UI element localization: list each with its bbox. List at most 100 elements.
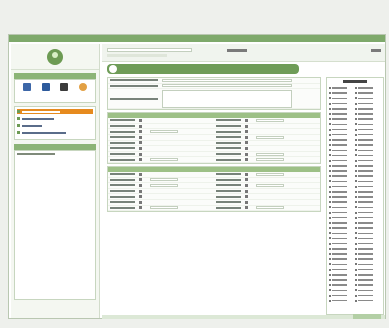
- checkbox[interactable]: [355, 185, 357, 188]
- checkbox[interactable]: [329, 133, 331, 136]
- checkbox[interactable]: [139, 178, 142, 182]
- checkbox-list-item[interactable]: [329, 148, 355, 152]
- text-field[interactable]: [150, 183, 178, 187]
- checkbox[interactable]: [245, 124, 248, 128]
- checkbox[interactable]: [245, 141, 248, 145]
- checkbox[interactable]: [329, 201, 331, 204]
- checkbox[interactable]: [139, 172, 142, 176]
- checkbox-list-item[interactable]: [329, 211, 355, 215]
- checkbox-list-item[interactable]: [329, 294, 355, 298]
- checkbox-list-item[interactable]: [329, 283, 355, 287]
- checkbox-list-item[interactable]: [355, 236, 381, 240]
- checkbox[interactable]: [245, 118, 248, 122]
- checkbox[interactable]: [355, 263, 357, 266]
- checkbox[interactable]: [139, 141, 142, 145]
- checkbox-list-item[interactable]: [355, 221, 381, 225]
- checkbox-list-item[interactable]: [355, 257, 381, 261]
- checkbox-list-item[interactable]: [355, 211, 381, 215]
- multiline-field[interactable]: [162, 89, 292, 108]
- checkbox[interactable]: [329, 190, 331, 193]
- checkbox[interactable]: [355, 144, 357, 147]
- checkbox-list-item[interactable]: [329, 169, 355, 173]
- checkbox[interactable]: [245, 130, 248, 134]
- checkbox[interactable]: [329, 242, 331, 245]
- checkbox[interactable]: [355, 268, 357, 271]
- checkbox[interactable]: [355, 294, 357, 297]
- checkbox-list-item[interactable]: [355, 122, 381, 126]
- checkbox[interactable]: [329, 118, 331, 121]
- checkbox[interactable]: [329, 92, 331, 95]
- checkbox[interactable]: [329, 247, 331, 250]
- checkbox[interactable]: [139, 189, 142, 193]
- checkbox[interactable]: [139, 135, 142, 139]
- quick-filter-field[interactable]: [107, 54, 167, 57]
- checkbox[interactable]: [355, 190, 357, 193]
- checkbox-list-item[interactable]: [329, 221, 355, 225]
- checkbox-list-item[interactable]: [329, 242, 355, 246]
- checkbox[interactable]: [355, 159, 357, 162]
- checkbox[interactable]: [329, 299, 331, 302]
- checkbox[interactable]: [329, 237, 331, 240]
- checkbox-list-item[interactable]: [329, 153, 355, 157]
- status-action-button[interactable]: [353, 314, 381, 319]
- checkbox-list-item[interactable]: [329, 174, 355, 178]
- checkbox-list-item[interactable]: [355, 268, 381, 272]
- text-field[interactable]: [150, 178, 178, 182]
- checkbox[interactable]: [355, 118, 357, 121]
- checkbox-list-item[interactable]: [355, 185, 381, 189]
- checkbox-list-item[interactable]: [355, 179, 381, 183]
- checkbox[interactable]: [245, 183, 248, 187]
- checkbox-list-item[interactable]: [329, 159, 355, 163]
- checkbox[interactable]: [355, 237, 357, 240]
- checkbox[interactable]: [329, 144, 331, 147]
- checkbox[interactable]: [355, 206, 357, 209]
- checkbox[interactable]: [329, 180, 331, 183]
- checkbox-list-item[interactable]: [329, 195, 355, 199]
- checkbox-list-item[interactable]: [355, 242, 381, 246]
- checkbox[interactable]: [245, 152, 248, 156]
- checkbox[interactable]: [355, 97, 357, 100]
- sidebar-item-selected[interactable]: [17, 109, 93, 114]
- dropdown[interactable]: [256, 135, 284, 139]
- checkbox-list-item[interactable]: [355, 112, 381, 116]
- checkbox-list-item[interactable]: [329, 138, 355, 142]
- checkbox[interactable]: [355, 299, 357, 302]
- checkbox[interactable]: [329, 294, 331, 297]
- checkbox[interactable]: [329, 175, 331, 178]
- checkbox-list-item[interactable]: [355, 231, 381, 235]
- checkbox[interactable]: [355, 232, 357, 235]
- checkbox[interactable]: [355, 289, 357, 292]
- checkbox[interactable]: [355, 102, 357, 105]
- checkbox-list-item[interactable]: [355, 117, 381, 121]
- checkbox[interactable]: [139, 152, 142, 156]
- checkbox[interactable]: [139, 158, 142, 162]
- checkbox-list-item[interactable]: [329, 96, 355, 100]
- checkbox[interactable]: [139, 118, 142, 122]
- checkbox[interactable]: [329, 185, 331, 188]
- checkbox-list-item[interactable]: [329, 102, 355, 106]
- checkbox-list-item[interactable]: [355, 200, 381, 204]
- checkbox[interactable]: [139, 206, 142, 210]
- checkbox[interactable]: [245, 195, 248, 199]
- checkbox-list-item[interactable]: [355, 174, 381, 178]
- checkbox-list-item[interactable]: [329, 143, 355, 147]
- checkbox[interactable]: [355, 149, 357, 152]
- checkbox[interactable]: [329, 123, 331, 126]
- checkbox-list-item[interactable]: [329, 252, 355, 256]
- checkbox[interactable]: [139, 146, 142, 150]
- checkbox-list-item[interactable]: [329, 273, 355, 277]
- checkbox-list-item[interactable]: [329, 117, 355, 121]
- checkbox-list-item[interactable]: [355, 190, 381, 194]
- checkbox[interactable]: [329, 164, 331, 167]
- checkbox[interactable]: [245, 146, 248, 150]
- checkbox[interactable]: [329, 227, 331, 230]
- checkbox[interactable]: [329, 206, 331, 209]
- checkbox[interactable]: [245, 200, 248, 204]
- checkbox[interactable]: [139, 195, 142, 199]
- checkbox[interactable]: [355, 258, 357, 261]
- checkbox-list-item[interactable]: [329, 200, 355, 204]
- checkbox[interactable]: [139, 200, 142, 204]
- checkbox[interactable]: [329, 149, 331, 152]
- checkbox[interactable]: [329, 138, 331, 141]
- checkbox-list-item[interactable]: [355, 294, 381, 298]
